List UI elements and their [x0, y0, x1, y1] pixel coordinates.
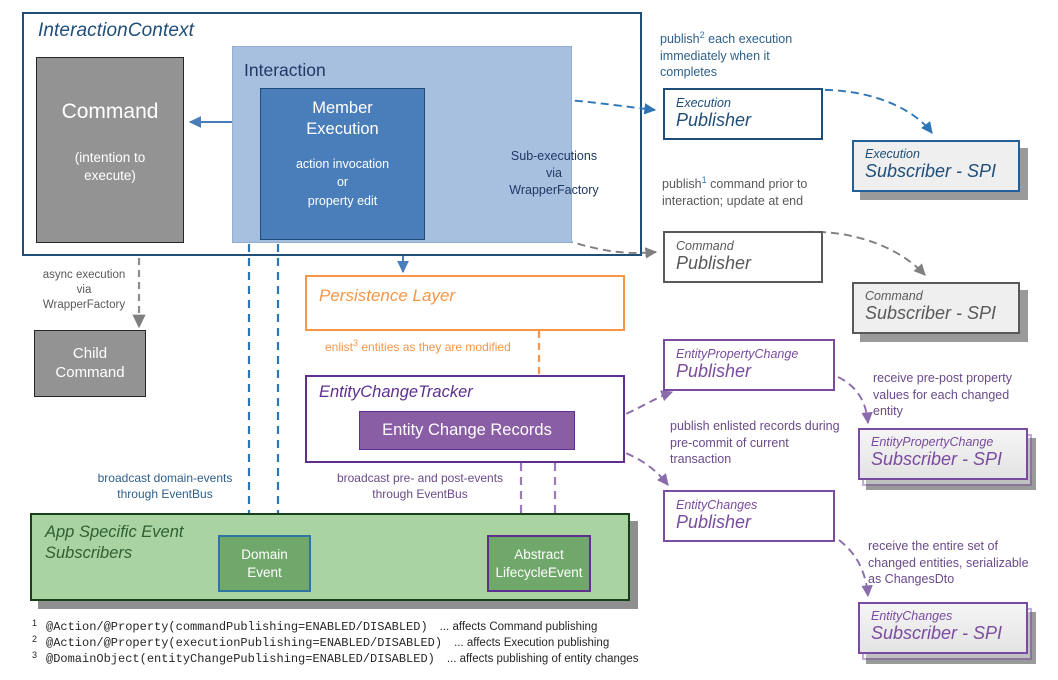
execution-subscriber-line2: Subscriber - SPI [865, 161, 997, 182]
footnote-code: @DomainObject(entityChangePublishing=ENA… [46, 652, 435, 666]
footnotes-list: 1 @Action/@Property(commandPublishing=EN… [32, 618, 732, 668]
entire-set-note: receive the entire set of changed entiti… [868, 539, 1029, 586]
command-publish-note-pre: publish [662, 177, 702, 192]
command-publish-note: publish1 command prior to interaction; u… [662, 175, 812, 209]
domain-event-box: Domain Event [218, 535, 311, 592]
sub-executions-label: Sub-executions via WrapperFactory [509, 149, 599, 197]
footnote-number: 1 [32, 618, 38, 628]
command-subscriber-line1: Command [865, 289, 923, 303]
entity-changes-subscriber-line2: Subscriber - SPI [871, 623, 1003, 644]
execution-subscriber-box: Execution Subscriber - SPI [852, 140, 1020, 192]
entity-changes-subscriber-box: EntityChanges Subscriber - SPI [858, 602, 1028, 654]
arrow-ec-publisher-to-subscriber [827, 532, 873, 598]
entity-property-change-subscriber-line1: EntityPropertyChange [871, 435, 994, 449]
member-execution-title: Member Execution [306, 99, 379, 138]
enlisted-records-note: publish enlisted records during pre-comm… [670, 419, 840, 466]
entity-property-change-publisher-line2: Publisher [676, 361, 752, 382]
command-publisher-box: Command Publisher [663, 231, 823, 283]
enlist-note-pre: enlist [325, 340, 354, 354]
entity-property-change-subscriber-box: EntityPropertyChange Subscriber - SPI [858, 428, 1028, 480]
entity-property-change-subscriber-line2: Subscriber - SPI [871, 449, 1003, 470]
footnote-number: 3 [32, 650, 38, 660]
broadcast-pre-post-events-label: broadcast pre- and post-events through Ev… [336, 471, 504, 502]
async-execution-note: async execution via WrapperFactory [42, 269, 126, 311]
command-subscriber-line2: Subscriber - SPI [865, 303, 997, 324]
event-bus-domain-lines [242, 244, 285, 530]
footnote-code: @Action/@Property(executionPublishing=EN… [46, 636, 443, 650]
entity-changes-publisher-line2: Publisher [676, 512, 752, 533]
footnote-description: ... affects Command publishing [439, 621, 598, 633]
abstract-lifecycle-event-box: Abstract LifecycleEvent [487, 535, 591, 592]
entity-change-records-box: Entity Change Records [359, 411, 575, 450]
app-subscribers-label: App Specific Event Subscribers [45, 523, 184, 563]
footnote-item: 1 @Action/@Property(commandPublishing=EN… [32, 618, 732, 634]
footnote-description: ... affects publishing of entity changes [446, 653, 639, 665]
footnote-description: ... affects Execution publishing [454, 637, 610, 649]
footnote-code: @Action/@Property(commandPublishing=ENAB… [46, 620, 428, 634]
entity-property-change-publisher-box: EntityPropertyChange Publisher [663, 339, 835, 391]
interaction-context-label: InteractionContext [38, 20, 194, 41]
entity-property-change-publisher-line1: EntityPropertyChange [676, 347, 799, 361]
pre-post-property-note: receive pre-post property values for eac… [873, 371, 1012, 418]
execution-publish-note-pre: publish [660, 32, 700, 47]
command-subscriber-box: Command Subscriber - SPI [852, 282, 1020, 334]
command-publisher-line2: Publisher [676, 253, 752, 274]
entity-changes-publisher-line1: EntityChanges [676, 498, 758, 512]
command-box: Command (intention to execute) [36, 57, 184, 243]
diagram-canvas: InteractionContext Command (intention to… [0, 0, 1058, 680]
member-execution-subtitle: action invocation or property edit [295, 157, 390, 208]
persistence-layer-label: Persistence Layer [319, 286, 456, 305]
command-subtitle: (intention to execute) [74, 150, 146, 184]
execution-publisher-line1: Execution [676, 96, 731, 110]
enlist-note-post: entities as they are modified [358, 340, 511, 354]
footnote-item: 3 @DomainObject(entityChangePublishing=E… [32, 650, 732, 666]
persistence-layer-box: Persistence Layer [305, 275, 625, 331]
execution-publisher-line2: Publisher [676, 110, 752, 131]
arrow-execution-publisher-to-subscriber [811, 88, 933, 134]
entity-changes-publisher-box: EntityChanges Publisher [663, 490, 835, 542]
enlist-note: enlist3 entities as they are modified [325, 338, 511, 354]
member-execution-box: Member Execution action invocation or prope… [260, 88, 425, 240]
execution-publish-note: publish2 each execution immediately when… [660, 30, 820, 81]
interaction-label: Interaction [244, 60, 326, 80]
command-title: Command [61, 100, 159, 123]
execution-publisher-box: Execution Publisher [663, 88, 823, 140]
footnote-item: 2 @Action/@Property(executionPublishing=… [32, 634, 732, 650]
arrow-command-publisher-to-subscriber [804, 230, 926, 276]
command-publisher-line1: Command [676, 239, 734, 253]
entity-changes-subscriber-line1: EntityChanges [871, 609, 953, 623]
broadcast-domain-events-label: broadcast domain-events through EventBus [97, 471, 233, 502]
entity-change-tracker-label: EntityChangeTracker [319, 383, 473, 401]
execution-subscriber-line1: Execution [865, 147, 920, 161]
footnote-number: 2 [32, 634, 38, 644]
child-command-box: Child Command [34, 330, 146, 397]
